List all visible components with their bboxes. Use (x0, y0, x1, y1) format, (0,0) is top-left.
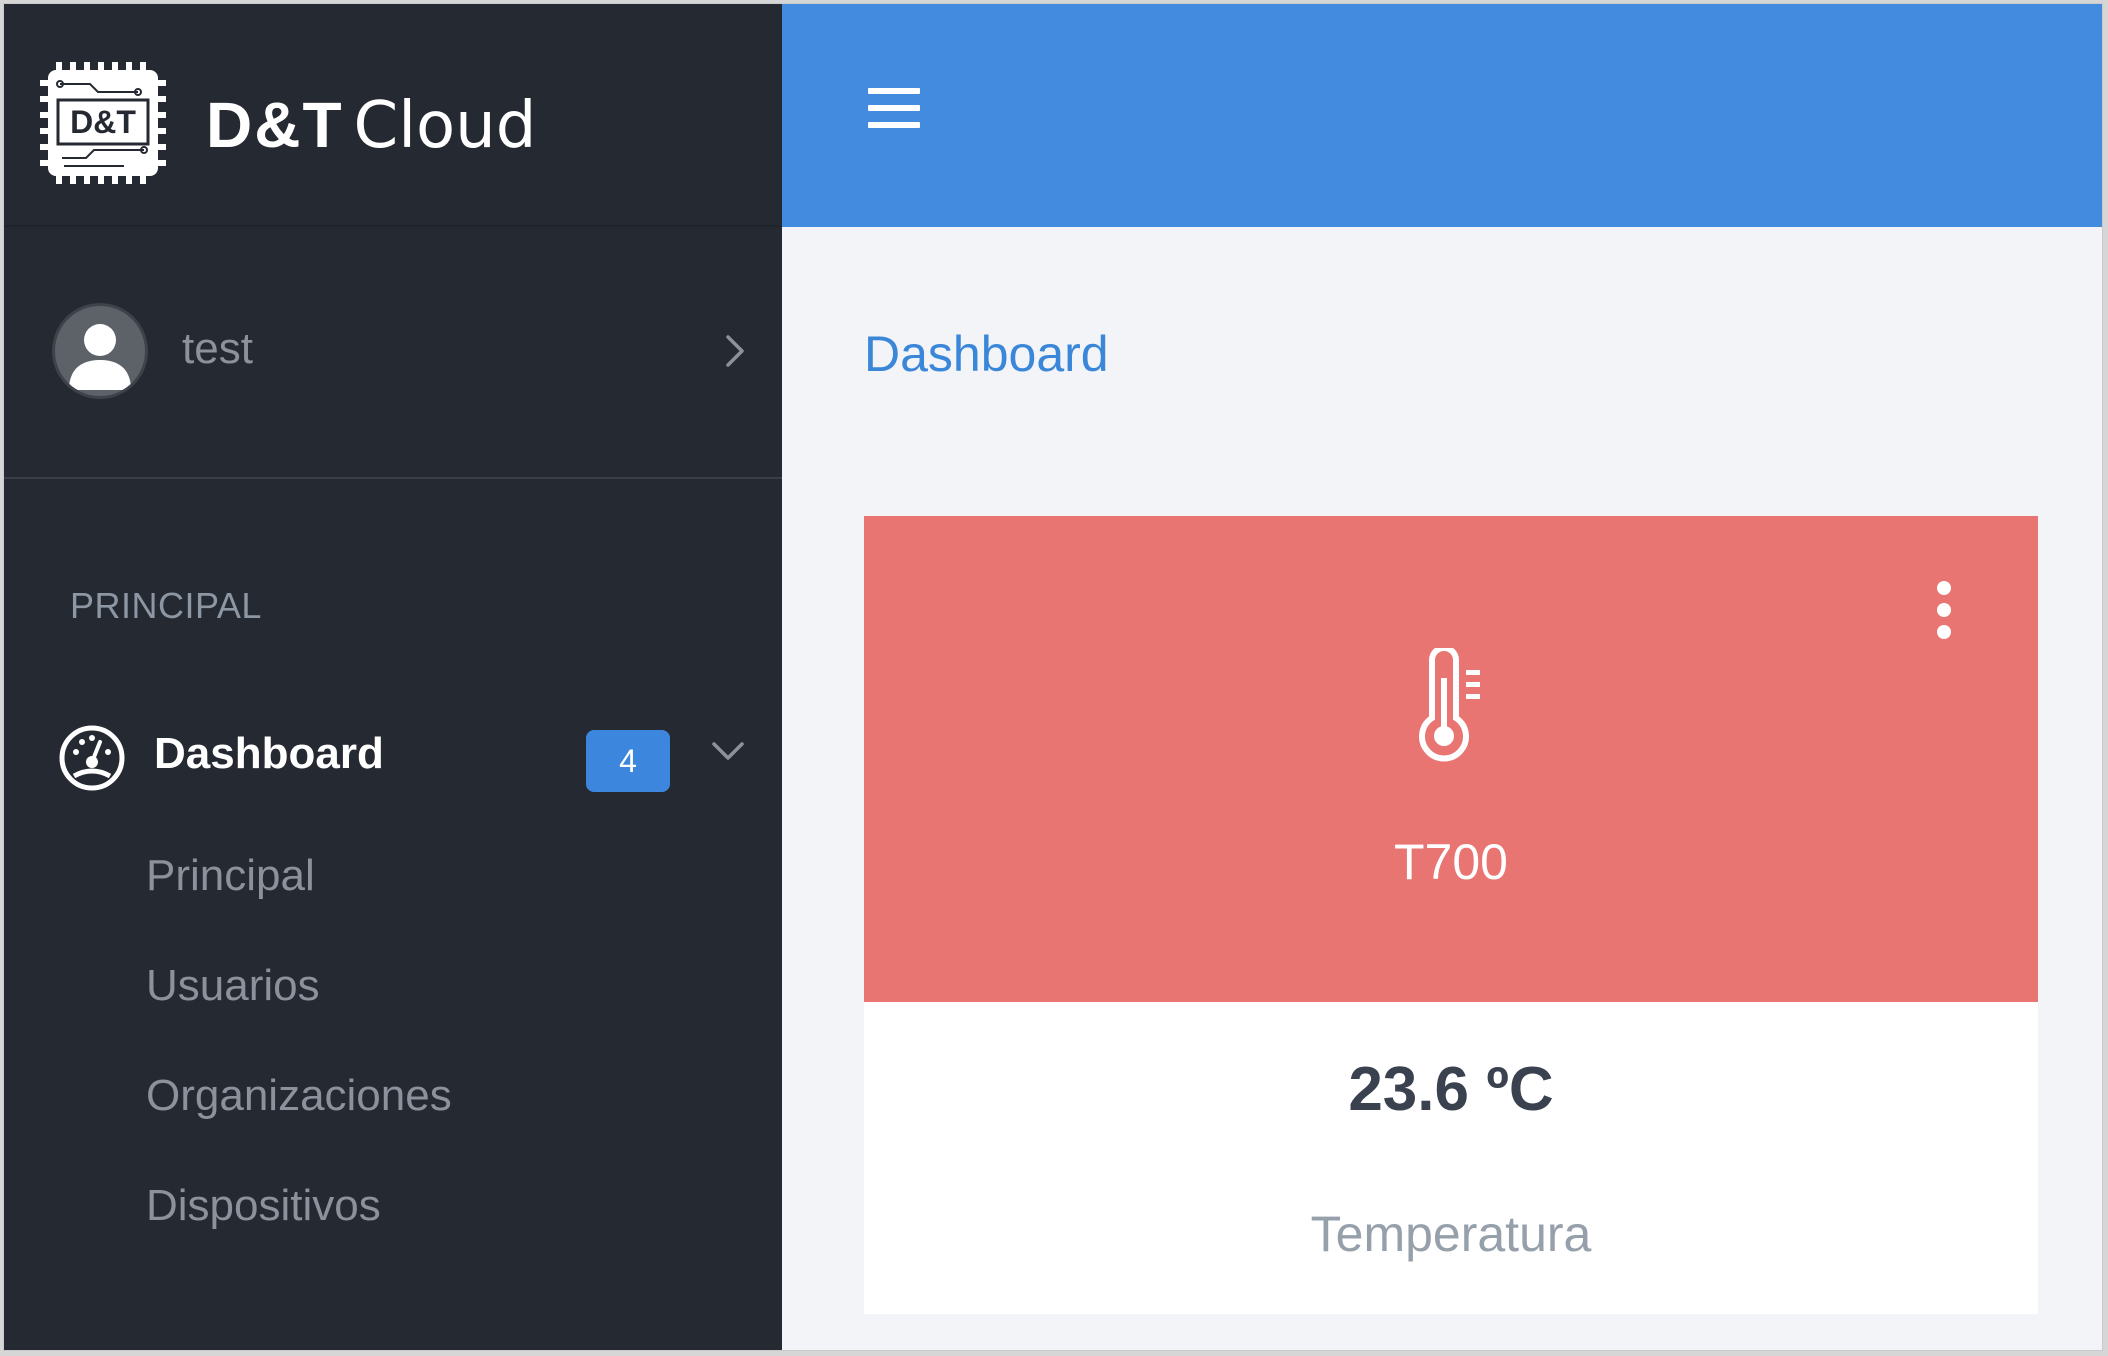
device-name: T700 (1394, 834, 1508, 890)
chevron-down-icon[interactable] (710, 738, 746, 766)
sensor-value: 23.6 ºC (1348, 1055, 1554, 1124)
dashboard-gauge-icon (58, 724, 126, 792)
brand-name-light: Cloud (353, 89, 537, 163)
page-title: Dashboard (864, 326, 1109, 382)
user-panel[interactable]: test (4, 227, 782, 479)
sidebar: D&T D&T Cloud test PRINCIPAL Dashboard 4… (4, 4, 782, 1350)
avatar (52, 303, 148, 399)
sidebar-item-dashboard[interactable]: Dashboard 4 (4, 708, 782, 798)
nav-section-label: PRINCIPAL (70, 585, 262, 626)
chevron-right-icon[interactable] (720, 331, 750, 371)
sidebar-item-usuarios[interactable]: Usuarios (146, 958, 320, 1014)
menu-toggle-icon[interactable] (868, 88, 920, 132)
sidebar-item-principal[interactable]: Principal (146, 848, 315, 904)
app-window: D&T D&T Cloud test PRINCIPAL Dashboard 4… (3, 3, 2103, 1351)
brand-name-bold: D&T (206, 89, 344, 161)
device-card: T700 23.6 ºC Temperatura (864, 516, 2038, 1314)
chip-logo-text: D&T (70, 104, 136, 140)
sidebar-item-dispositivos[interactable]: Dispositivos (146, 1178, 381, 1234)
logo-area: D&T D&T Cloud (4, 4, 782, 227)
sensor-label: Temperatura (1310, 1206, 1592, 1262)
user-name: test (182, 324, 253, 373)
device-card-header: T700 (864, 516, 2038, 1002)
sidebar-item-dashboard-label: Dashboard (154, 729, 384, 778)
sidebar-item-organizaciones[interactable]: Organizaciones (146, 1068, 452, 1124)
thermometer-icon (1410, 645, 1490, 768)
top-bar (782, 4, 2102, 227)
more-options-icon[interactable] (1924, 580, 1964, 640)
chip-logo-icon: D&T (38, 60, 168, 186)
dashboard-count-badge: 4 (586, 730, 670, 792)
brand-name[interactable]: D&T Cloud (206, 82, 536, 168)
user-avatar-icon (69, 324, 131, 390)
